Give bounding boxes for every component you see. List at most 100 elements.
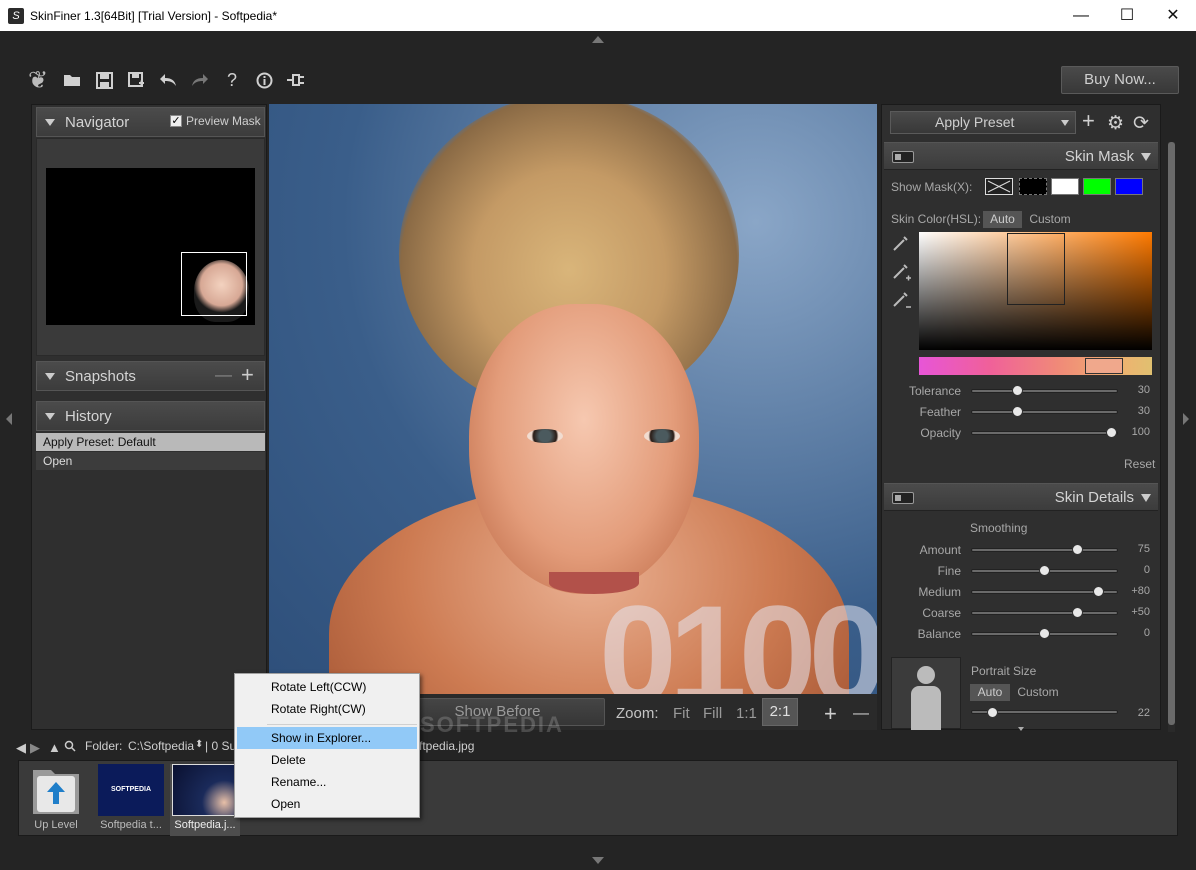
film-item-softpedia-jpg[interactable]: Softpedia.j... [170,764,240,836]
preview-mask-label: Preview Mask [186,114,261,128]
preview-mask-checkbox[interactable]: ✓ Preview Mask [170,114,261,128]
sort-icon[interactable]: ⬍ [195,739,203,750]
mask-black-swatch[interactable] [1019,178,1047,195]
info-icon[interactable] [248,64,280,96]
search-icon[interactable] [64,740,76,755]
mask-label: Opacity [920,426,961,440]
zoom-2-1-button[interactable]: 2:1 [762,698,798,726]
film-item-up-level[interactable]: Up Level [21,764,91,836]
up-arrow-icon[interactable]: ▲ [48,740,61,755]
mask-slider-track[interactable] [971,431,1118,435]
skin-mask-toggle[interactable] [892,151,914,163]
detail-slider-track[interactable] [971,611,1118,615]
right-panel-scrollbar[interactable] [1168,142,1175,732]
detail-slider-knob[interactable] [1092,586,1104,597]
skin-color-selection[interactable] [1007,233,1065,305]
apply-preset-dropdown[interactable]: Apply Preset [890,111,1076,134]
detail-slider-track[interactable] [971,548,1118,552]
photo-preview[interactable]: 0100 [269,104,877,694]
mask-white-swatch[interactable] [1051,178,1079,195]
detail-label: Coarse [922,606,961,620]
zoom-out-button[interactable]: — [853,705,869,723]
portrait-size-slider-knob[interactable] [987,707,999,718]
add-preset-button[interactable]: + [1082,108,1095,134]
detail-label: Balance [917,627,961,641]
eyedropper-plus-icon[interactable] [892,262,912,284]
folder-path[interactable]: C:\Softpedia [128,739,194,753]
detail-slider-knob[interactable] [1038,628,1050,639]
mask-slider-track[interactable] [971,410,1118,414]
zoom-fit-button[interactable]: Fit [673,705,690,722]
history-item[interactable]: Open [36,452,265,470]
detail-label: Medium [918,585,961,599]
open-folder-icon[interactable] [56,64,88,96]
collapse-bottom-arrow-icon[interactable] [592,857,604,864]
maximize-button[interactable]: ☐ [1104,0,1150,31]
back-arrow-icon[interactable]: ◀ [16,740,26,756]
reset-button[interactable]: Reset [1124,457,1155,471]
mask-blue-swatch[interactable] [1115,178,1143,195]
skin-color-custom-button[interactable]: Custom [1024,211,1076,228]
skin-mask-header[interactable]: Skin Mask [884,142,1158,170]
menu-item-rotate-right[interactable]: Rotate Right(CW) [237,698,417,720]
menu-item-delete[interactable]: Delete [237,749,417,771]
redo-icon[interactable] [184,64,216,96]
history-header[interactable]: History [36,401,265,431]
remove-snapshot-button[interactable]: — [215,365,232,385]
undo-icon[interactable] [152,64,184,96]
collapse-right-arrow-icon[interactable] [1183,413,1189,425]
navigator-thumbnail[interactable] [46,168,255,325]
title-bar: S SkinFiner 1.3[64Bit] [Trial Version] -… [0,0,1196,31]
add-snapshot-button[interactable]: + [241,362,254,388]
portrait-auto-button[interactable]: Auto [970,684,1010,701]
zoom-in-button[interactable]: + [824,701,837,727]
collapse-triangle-icon [45,372,55,380]
detail-value: 0 [1143,627,1150,639]
skin-details-header[interactable]: Skin Details [884,483,1158,511]
minimize-button[interactable]: — [1058,0,1104,31]
show-mask-label: Show Mask(X): [891,180,973,194]
forward-arrow-icon[interactable]: ▶ [30,740,40,756]
scroll-down-icon[interactable] [1018,727,1024,731]
menu-item-show-in-explorer[interactable]: Show in Explorer... [237,727,417,749]
zoom-1-1-button[interactable]: 1:1 [736,705,757,722]
navigator-viewport-rect[interactable] [181,252,247,316]
menu-item-rotate-left[interactable]: Rotate Left(CCW) [237,676,417,698]
buy-now-button[interactable]: Buy Now... [1061,66,1179,94]
skin-details-toggle[interactable] [892,492,914,504]
save-icon[interactable] [88,64,120,96]
menu-item-open[interactable]: Open [237,793,417,815]
save-as-icon[interactable] [120,64,152,96]
snapshots-title: Snapshots [65,367,136,385]
portrait-custom-button[interactable]: Custom [1012,684,1064,701]
collapse-top-arrow-icon[interactable] [592,36,604,43]
mask-green-swatch[interactable] [1083,178,1111,195]
refresh-icon[interactable]: ⟳ [1133,112,1149,135]
detail-value: +50 [1131,606,1150,618]
film-item-softpedia-t[interactable]: SOFTPEDIA Softpedia t... [96,764,166,836]
close-button[interactable]: ✕ [1150,0,1196,31]
scrollbar-thumb[interactable] [1168,142,1175,725]
zoom-fill-button[interactable]: Fill [703,705,722,722]
collapse-left-arrow-icon[interactable] [6,413,12,425]
photo-mouth [549,572,639,594]
gear-icon[interactable]: ⚙ [1107,112,1124,135]
hue-selection[interactable] [1085,358,1123,374]
mask-slider-knob[interactable] [1012,406,1024,417]
plugin-icon[interactable] [280,64,312,96]
menu-item-rename[interactable]: Rename... [237,771,417,793]
mask-slider-track[interactable] [971,389,1118,393]
detail-slider-knob[interactable] [1038,565,1050,576]
eyedropper-icon[interactable] [892,234,912,256]
mask-slider-knob[interactable] [1012,385,1024,396]
snapshots-header[interactable]: Snapshots — + [36,361,265,391]
skin-color-auto-button[interactable]: Auto [983,211,1022,228]
help-icon[interactable]: ? [216,64,248,96]
portrait-body [911,686,941,730]
history-item[interactable]: Apply Preset: Default [36,433,265,451]
eyedropper-minus-icon[interactable] [892,290,912,312]
mask-none-swatch[interactable] [985,178,1013,195]
folder-info: | 0 Su [205,739,237,753]
smoothing-label: Smoothing [970,521,1028,535]
mask-label: Feather [919,405,961,419]
